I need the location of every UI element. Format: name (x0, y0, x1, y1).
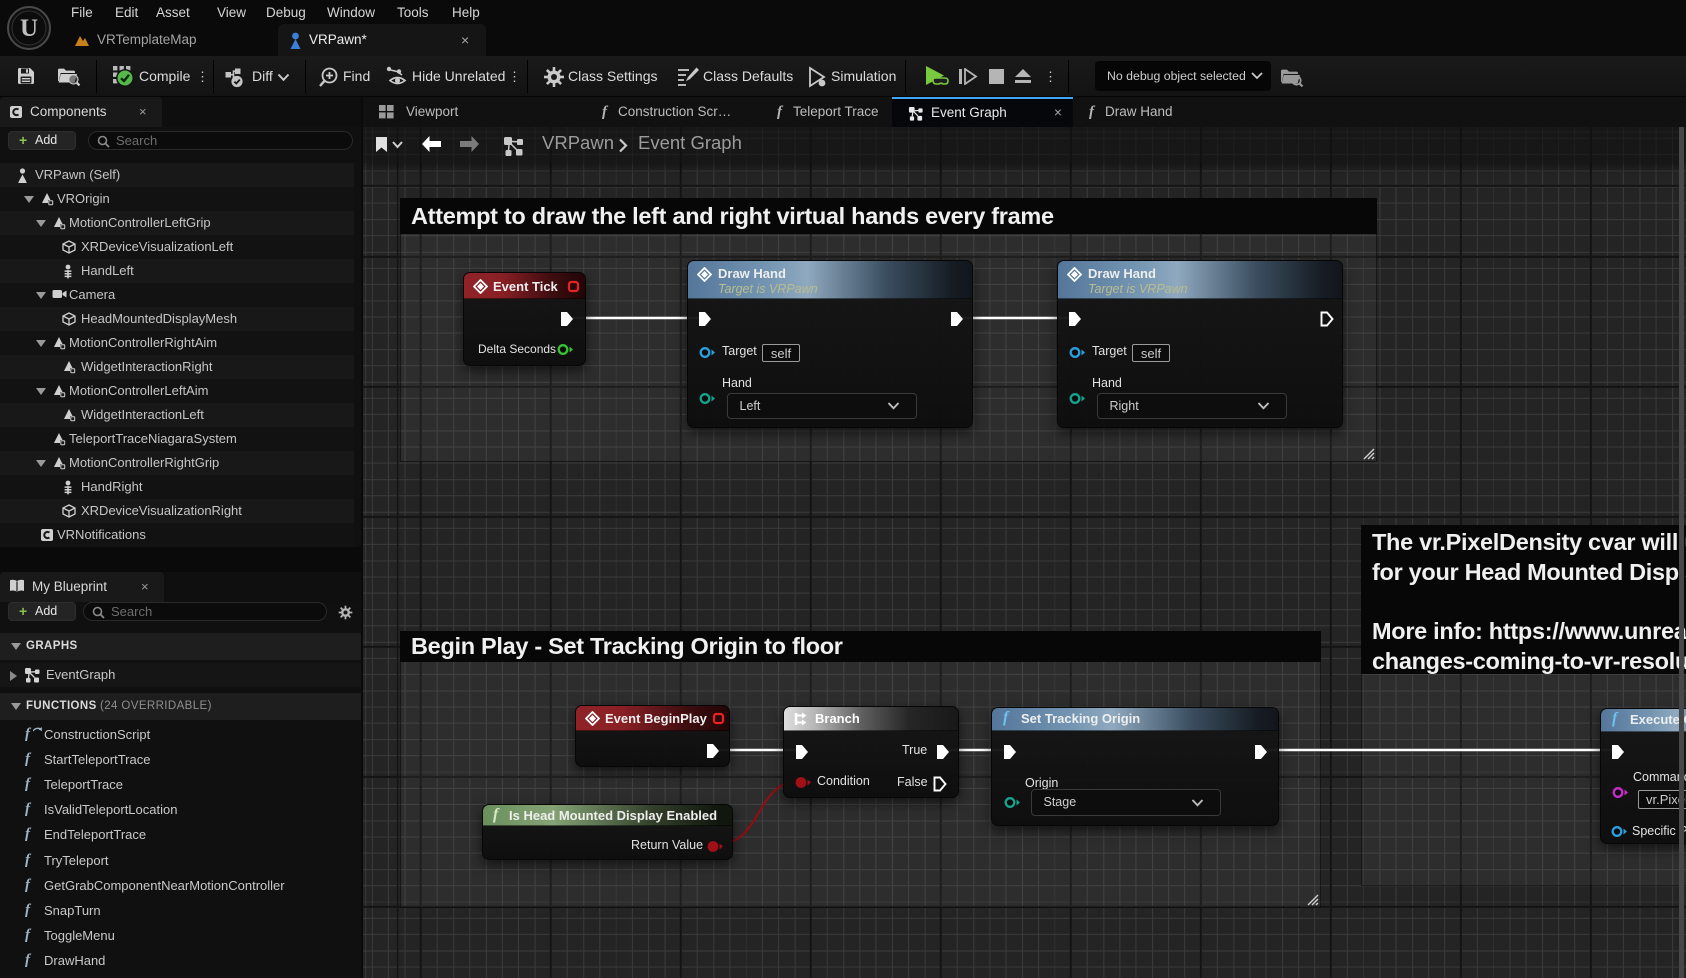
svg-text:U: U (20, 15, 38, 42)
